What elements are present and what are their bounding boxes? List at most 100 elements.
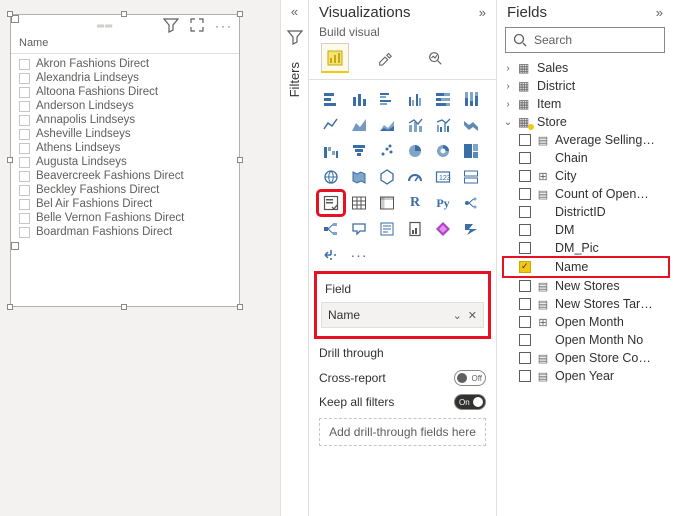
drill-through-dropzone[interactable]: Add drill-through fields here xyxy=(319,418,486,446)
report-canvas[interactable]: ══ ··· Name Akron Fashions Direct Alexan… xyxy=(0,0,280,516)
clustered-bar-icon[interactable] xyxy=(375,88,399,110)
field-count-open[interactable]: ▤Count of Open… xyxy=(503,185,669,203)
checkbox[interactable] xyxy=(19,157,30,168)
checkbox-checked[interactable] xyxy=(519,261,531,273)
line-stacked-column-icon[interactable] xyxy=(403,114,427,136)
waterfall-icon[interactable] xyxy=(319,140,343,162)
checkbox[interactable] xyxy=(519,170,531,182)
slicer-item[interactable]: Augusta Lindseys xyxy=(15,155,235,169)
remove-field-icon[interactable]: ✕ xyxy=(468,309,477,322)
checkbox[interactable] xyxy=(519,224,531,236)
slicer-item[interactable]: Anderson Lindseys xyxy=(15,99,235,113)
key-influencers-icon[interactable] xyxy=(459,192,483,214)
slicer-item[interactable]: Belle Vernon Fashions Direct xyxy=(15,211,235,225)
field-chain[interactable]: Chain xyxy=(503,149,669,167)
more-visuals-icon[interactable]: ··· xyxy=(347,244,371,266)
filter-icon[interactable] xyxy=(163,17,179,36)
checkbox[interactable] xyxy=(519,316,531,328)
get-more-visuals-icon[interactable] xyxy=(319,244,343,266)
slicer-item[interactable]: Annapolis Lindseys xyxy=(15,113,235,127)
line-clustered-column-icon[interactable] xyxy=(431,114,455,136)
field-well[interactable]: Name ⌄ ✕ xyxy=(321,302,484,328)
stacked-column-100-icon[interactable] xyxy=(459,88,483,110)
table-item[interactable]: ›▦Item xyxy=(503,95,669,113)
checkbox[interactable] xyxy=(19,185,30,196)
treemap-icon[interactable] xyxy=(459,140,483,162)
area-chart-icon[interactable] xyxy=(347,114,371,136)
slicer-visual[interactable]: ══ ··· Name Akron Fashions Direct Alexan… xyxy=(10,14,240,307)
collapse-fields-icon[interactable]: » xyxy=(656,5,663,20)
field-open-store-co[interactable]: ▤Open Store Co… xyxy=(503,349,669,367)
ribbon-chart-icon[interactable] xyxy=(459,114,483,136)
field-open-year[interactable]: ▤Open Year xyxy=(503,367,669,385)
checkbox[interactable] xyxy=(519,352,531,364)
tab-format-visual[interactable] xyxy=(371,43,399,73)
table-district[interactable]: ›▦District xyxy=(503,77,669,95)
field-dm[interactable]: DM xyxy=(503,221,669,239)
funnel-chart-icon[interactable] xyxy=(347,140,371,162)
checkbox[interactable] xyxy=(519,334,531,346)
r-visual-icon[interactable]: R xyxy=(403,192,427,214)
stacked-column-icon[interactable] xyxy=(347,88,371,110)
table-icon[interactable] xyxy=(347,192,371,214)
multi-row-card-icon[interactable] xyxy=(459,166,483,188)
checkbox[interactable] xyxy=(519,298,531,310)
slicer-item-list[interactable]: Akron Fashions Direct Alexandria Lindsey… xyxy=(11,54,239,242)
checkbox[interactable] xyxy=(19,87,30,98)
chevron-right-icon[interactable]: › xyxy=(503,63,513,74)
filters-pane-collapsed[interactable]: « Filters xyxy=(280,0,308,516)
scatter-icon[interactable] xyxy=(375,140,399,162)
checkbox[interactable] xyxy=(19,143,30,154)
slicer-item[interactable]: Alexandria Lindseys xyxy=(15,71,235,85)
field-average-selling[interactable]: ▤Average Selling… xyxy=(503,131,669,149)
checkbox[interactable] xyxy=(519,188,531,200)
map-icon[interactable] xyxy=(319,166,343,188)
field-dm-pic[interactable]: DM_Pic xyxy=(503,239,669,257)
slicer-icon[interactable] xyxy=(319,192,343,214)
focus-mode-icon[interactable] xyxy=(189,17,205,36)
keep-filters-toggle[interactable]: On xyxy=(454,394,486,410)
slicer-item[interactable]: Bel Air Fashions Direct xyxy=(15,197,235,211)
slicer-item[interactable]: Boardman Fashions Direct xyxy=(15,225,235,239)
qa-visual-icon[interactable] xyxy=(347,218,371,240)
slicer-item[interactable]: Beavercreek Fashions Direct xyxy=(15,169,235,183)
table-sales[interactable]: ›▦Sales xyxy=(503,59,669,77)
checkbox[interactable] xyxy=(519,152,531,164)
slicer-item[interactable]: Athens Lindseys xyxy=(15,141,235,155)
power-apps-icon[interactable] xyxy=(431,218,455,240)
more-options-icon[interactable]: ··· xyxy=(215,19,233,33)
stacked-bar-icon[interactable] xyxy=(319,88,343,110)
field-open-month-no[interactable]: Open Month No xyxy=(503,331,669,349)
fields-search-input[interactable]: Search xyxy=(505,27,665,53)
field-name[interactable]: Name xyxy=(503,257,669,277)
donut-chart-icon[interactable] xyxy=(431,140,455,162)
tab-build-visual[interactable] xyxy=(321,43,349,73)
cross-report-toggle[interactable]: Off xyxy=(454,370,486,386)
table-store[interactable]: ⌄▦Store xyxy=(503,113,669,131)
chevron-right-icon[interactable]: › xyxy=(503,99,513,110)
paginated-report-icon[interactable] xyxy=(403,218,427,240)
chevron-right-icon[interactable]: › xyxy=(503,81,513,92)
collapse-viz-icon[interactable]: » xyxy=(479,5,486,20)
checkbox[interactable] xyxy=(519,242,531,254)
pie-chart-icon[interactable] xyxy=(403,140,427,162)
field-new-stores[interactable]: ▤New Stores xyxy=(503,277,669,295)
matrix-icon[interactable] xyxy=(375,192,399,214)
filled-map-icon[interactable] xyxy=(347,166,371,188)
slicer-item[interactable]: Altoona Fashions Direct xyxy=(15,85,235,99)
checkbox[interactable] xyxy=(19,171,30,182)
slicer-item[interactable]: Akron Fashions Direct xyxy=(15,57,235,71)
checkbox[interactable] xyxy=(19,199,30,210)
checkbox[interactable] xyxy=(19,213,30,224)
checkbox[interactable] xyxy=(19,101,30,112)
drag-grip-icon[interactable]: ══ xyxy=(97,21,113,32)
decomposition-tree-icon[interactable] xyxy=(319,218,343,240)
azure-map-icon[interactable] xyxy=(375,166,399,188)
checkbox[interactable] xyxy=(519,280,531,292)
expand-filters-icon[interactable]: « xyxy=(291,4,298,19)
card-icon[interactable]: 123 xyxy=(431,166,455,188)
checkbox[interactable] xyxy=(519,134,531,146)
power-automate-icon[interactable] xyxy=(459,218,483,240)
stacked-bar-100-icon[interactable] xyxy=(431,88,455,110)
tab-analytics[interactable] xyxy=(421,43,449,73)
